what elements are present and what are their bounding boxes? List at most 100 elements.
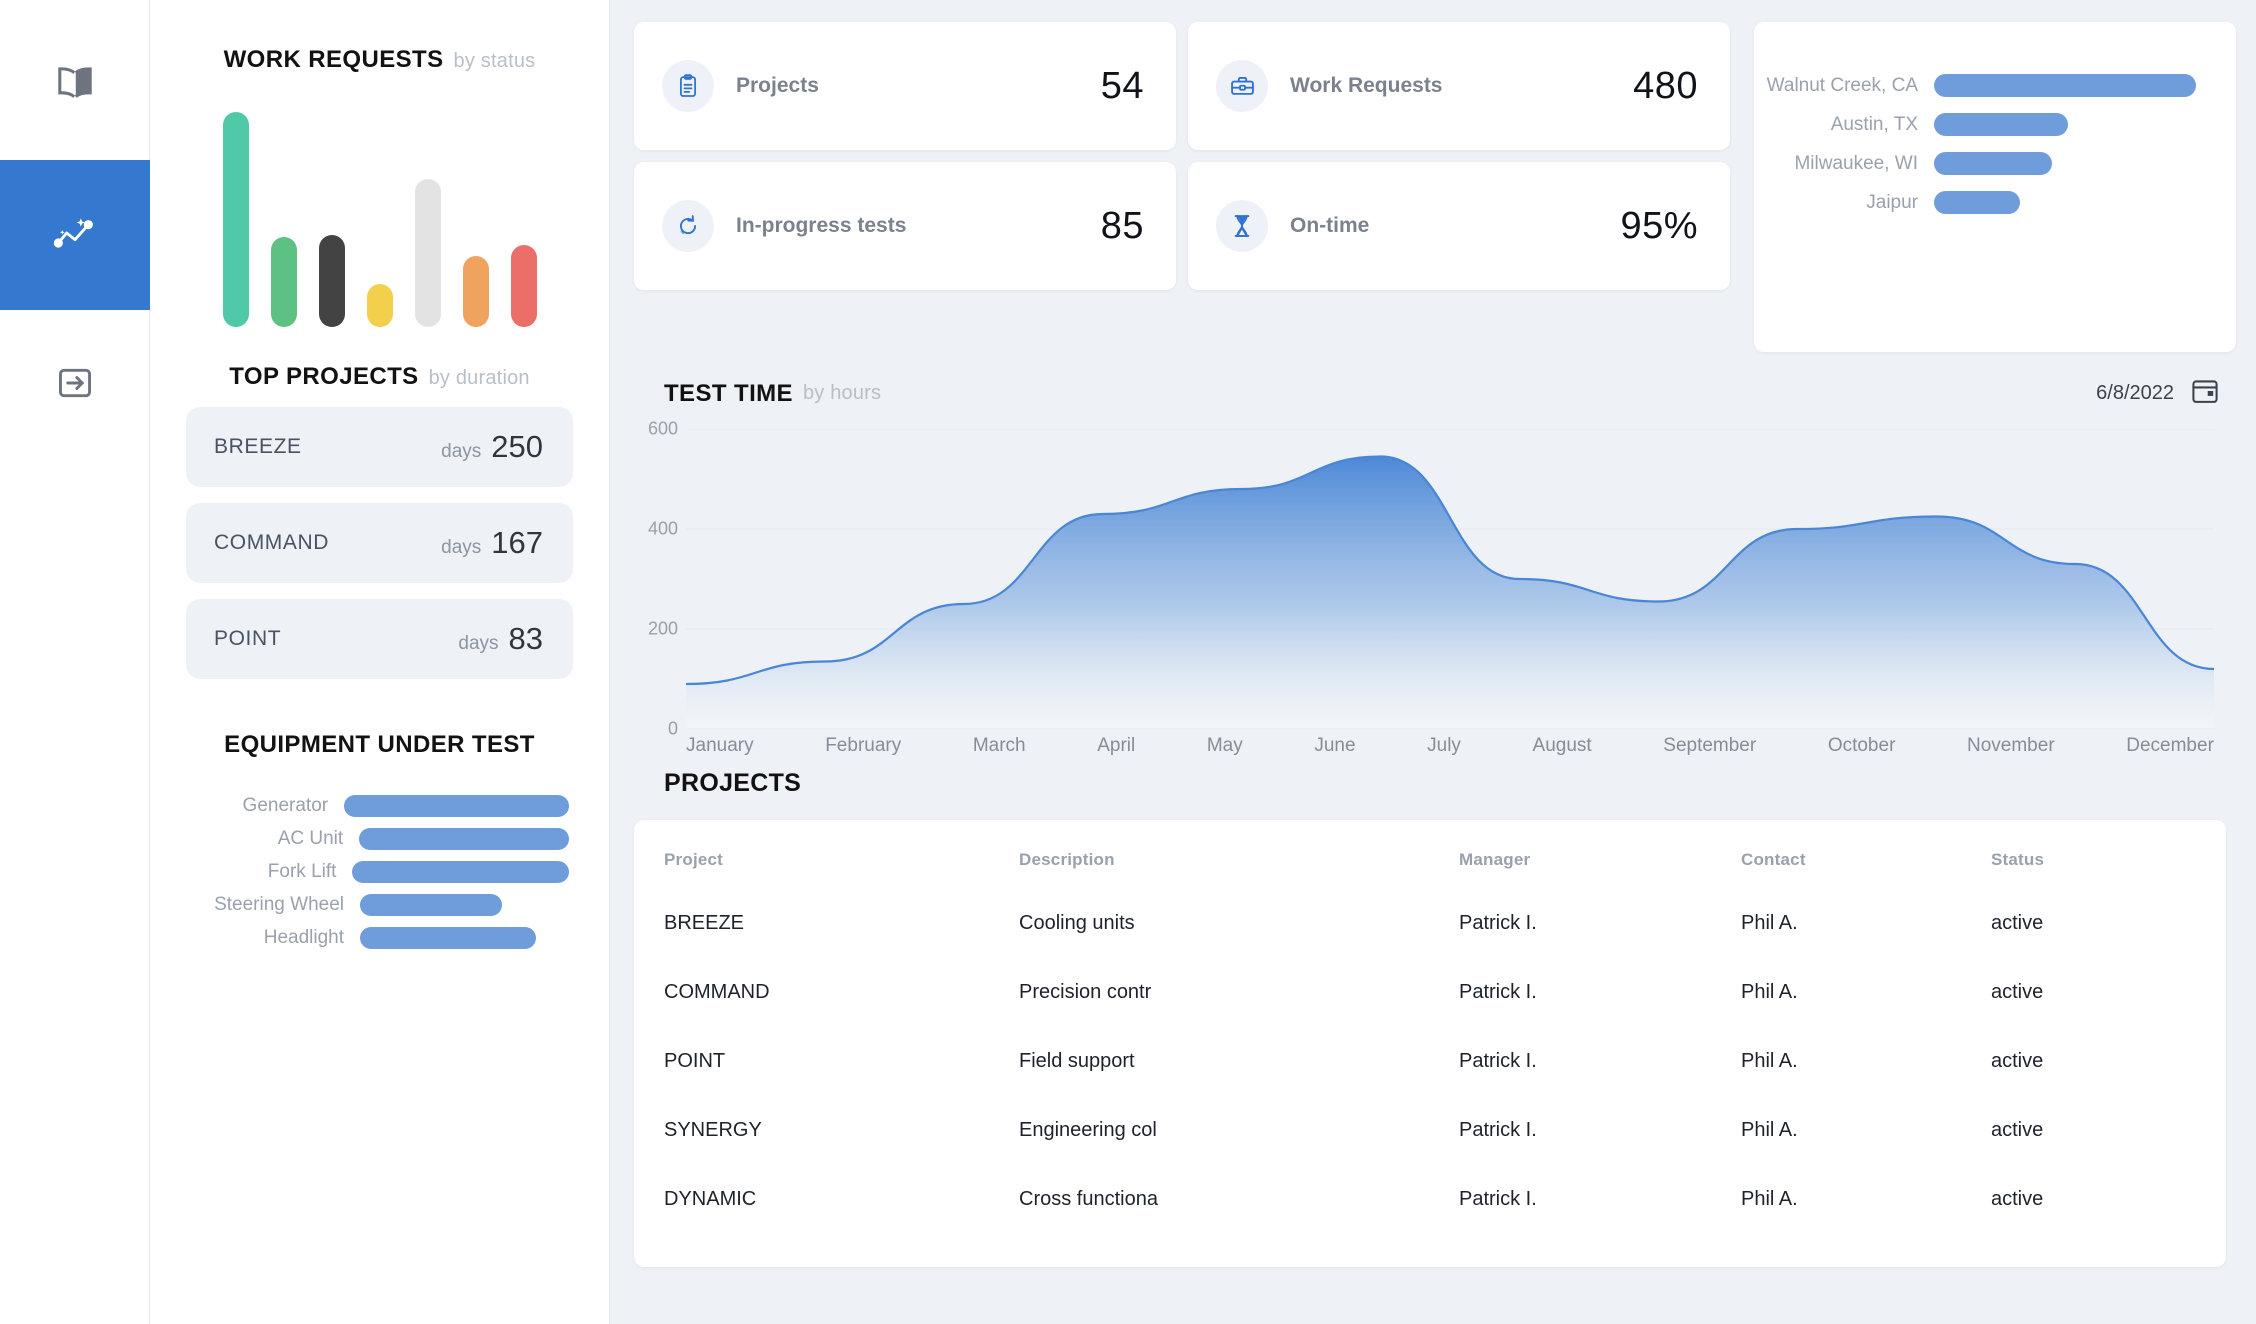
table-row[interactable]: DYNAMICCross functionaPatrick I.Phil A.a… xyxy=(664,1188,2186,1257)
x-axis-tick: October xyxy=(1828,735,1896,757)
kpi-label: On-time xyxy=(1290,214,1369,238)
top-project-name: COMMAND xyxy=(214,531,329,555)
cell-project: DYNAMIC xyxy=(664,1188,1019,1257)
kpi-card-inprogress-tests[interactable]: In-progress tests 85 xyxy=(634,162,1176,290)
date-picker[interactable]: 6/8/2022 xyxy=(2096,376,2220,411)
top-project-card[interactable]: POINT days 83 xyxy=(186,599,573,679)
top-project-unit: days xyxy=(441,441,481,463)
cell-status: active xyxy=(1991,981,2186,1050)
work-requests-header: WORK REQUESTS by status xyxy=(150,46,609,74)
y-axis-tick: 600 xyxy=(648,419,678,440)
secondary-panel: WORK REQUESTS by status TOP PROJECTS by … xyxy=(150,0,610,1324)
locations-bar-chart: Walnut Creek, CAAustin, TXMilwaukee, WIJ… xyxy=(1754,66,2196,222)
location-bar xyxy=(1934,74,2196,97)
cell-contact: Phil A. xyxy=(1741,1119,1991,1188)
work-request-bar xyxy=(463,256,489,327)
table-row[interactable]: BREEZECooling unitsPatrick I.Phil A.acti… xyxy=(664,912,2186,981)
location-label: Austin, TX xyxy=(1754,114,1934,136)
work-requests-subtitle: by status xyxy=(454,50,536,73)
cell-status: active xyxy=(1991,1050,2186,1119)
cell-status: active xyxy=(1991,1188,2186,1257)
sidebar-item-signout[interactable] xyxy=(0,310,150,460)
y-axis-tick: 0 xyxy=(668,719,678,740)
equipment-bar-chart: GeneratorAC UnitFork LiftSteering WheelH… xyxy=(150,789,609,954)
equipment-bar xyxy=(352,861,569,883)
cell-manager: Patrick I. xyxy=(1459,1188,1741,1257)
kpi-card-work-requests[interactable]: Work Requests 480 xyxy=(1188,22,1730,150)
location-bar xyxy=(1934,191,2020,214)
equipment-row: AC Unit xyxy=(150,822,569,855)
top-project-card[interactable]: COMMAND days 167 xyxy=(186,503,573,583)
book-icon xyxy=(52,64,98,107)
x-axis-tick: June xyxy=(1314,735,1355,757)
test-time-chart-card: TEST TIME by hours 6/8/2022 6004002000 xyxy=(634,376,2226,759)
cell-manager: Patrick I. xyxy=(1459,981,1741,1050)
top-project-unit: days xyxy=(441,537,481,559)
column-header-project: Project xyxy=(664,850,1019,912)
top-project-unit: days xyxy=(458,633,498,655)
dashboard-root: WORK REQUESTS by status TOP PROJECTS by … xyxy=(0,0,2256,1324)
kpi-grid: Projects 54 Work Requests 480 xyxy=(634,22,1730,290)
clipboard-icon xyxy=(662,60,714,112)
equipment-title: EQUIPMENT UNDER TEST xyxy=(224,731,535,759)
cell-manager: Patrick I. xyxy=(1459,912,1741,981)
cell-contact: Phil A. xyxy=(1741,1050,1991,1119)
cell-contact: Phil A. xyxy=(1741,1188,1991,1257)
top-project-card[interactable]: BREEZE days 250 xyxy=(186,407,573,487)
cell-manager: Patrick I. xyxy=(1459,1119,1741,1188)
work-request-bar xyxy=(223,112,249,327)
work-request-bar xyxy=(511,245,537,327)
top-projects-section: TOP PROJECTS by duration BREEZE days 250… xyxy=(150,363,609,679)
column-header-description: Description xyxy=(1019,850,1459,912)
equipment-header: EQUIPMENT UNDER TEST xyxy=(150,731,609,759)
equipment-row: Headlight xyxy=(150,921,569,954)
work-request-bar xyxy=(415,179,441,327)
x-axis-tick: August xyxy=(1533,735,1592,757)
top-projects-header: TOP PROJECTS by duration xyxy=(150,363,609,391)
analytics-icon xyxy=(53,213,97,258)
table-row[interactable]: POINTField supportPatrick I.Phil A.activ… xyxy=(664,1050,2186,1119)
equipment-row: Steering Wheel xyxy=(150,888,569,921)
cell-contact: Phil A. xyxy=(1741,981,1991,1050)
sidebar-rail xyxy=(0,0,150,1324)
top-project-value: 83 xyxy=(509,621,543,657)
cell-description: Field support xyxy=(1019,1050,1459,1119)
top-projects-title: TOP PROJECTS xyxy=(229,363,418,391)
cell-project: COMMAND xyxy=(664,981,1019,1050)
cell-project: BREEZE xyxy=(664,912,1019,981)
cell-description: Precision contr xyxy=(1019,981,1459,1050)
test-time-subtitle: by hours xyxy=(803,382,881,405)
sidebar-item-analytics[interactable] xyxy=(0,160,150,310)
kpi-card-projects[interactable]: Projects 54 xyxy=(634,22,1176,150)
projects-table-card: Project Description Manager Contact Stat… xyxy=(634,820,2226,1267)
equipment-bar xyxy=(360,927,536,949)
work-request-bar xyxy=(367,284,393,327)
table-row[interactable]: COMMANDPrecision contrPatrick I.Phil A.a… xyxy=(664,981,2186,1050)
work-requests-section: WORK REQUESTS by status xyxy=(150,0,609,327)
x-axis-tick: February xyxy=(825,735,901,757)
kpi-card-on-time[interactable]: On-time 95% xyxy=(1188,162,1730,290)
test-time-plot-area: 6004002000 xyxy=(634,429,2226,759)
x-axis-labels: JanuaryFebruaryMarchAprilMayJuneJulyAugu… xyxy=(686,735,2214,757)
location-label: Walnut Creek, CA xyxy=(1754,75,1934,97)
work-request-bar xyxy=(271,237,297,327)
work-requests-title: WORK REQUESTS xyxy=(224,46,444,74)
table-row[interactable]: SYNERGYEngineering colPatrick I.Phil A.a… xyxy=(664,1119,2186,1188)
calendar-icon[interactable] xyxy=(2190,376,2220,411)
equipment-row: Fork Lift xyxy=(150,855,569,888)
x-axis-tick: September xyxy=(1663,735,1756,757)
top-project-name: POINT xyxy=(214,627,281,651)
cell-status: active xyxy=(1991,1119,2186,1188)
location-row: Walnut Creek, CA xyxy=(1754,66,2196,105)
location-row: Milwaukee, WI xyxy=(1754,144,2196,183)
sidebar-item-documentation[interactable] xyxy=(0,10,150,160)
cell-description: Cooling units xyxy=(1019,912,1459,981)
work-request-bar xyxy=(319,235,345,327)
top-project-name: BREEZE xyxy=(214,435,302,459)
kpi-value: 95% xyxy=(1620,205,1698,248)
x-axis-tick: May xyxy=(1207,735,1243,757)
x-axis-tick: April xyxy=(1097,735,1135,757)
location-row: Austin, TX xyxy=(1754,105,2196,144)
y-axis-tick: 200 xyxy=(648,619,678,640)
top-project-value: 250 xyxy=(491,429,543,465)
